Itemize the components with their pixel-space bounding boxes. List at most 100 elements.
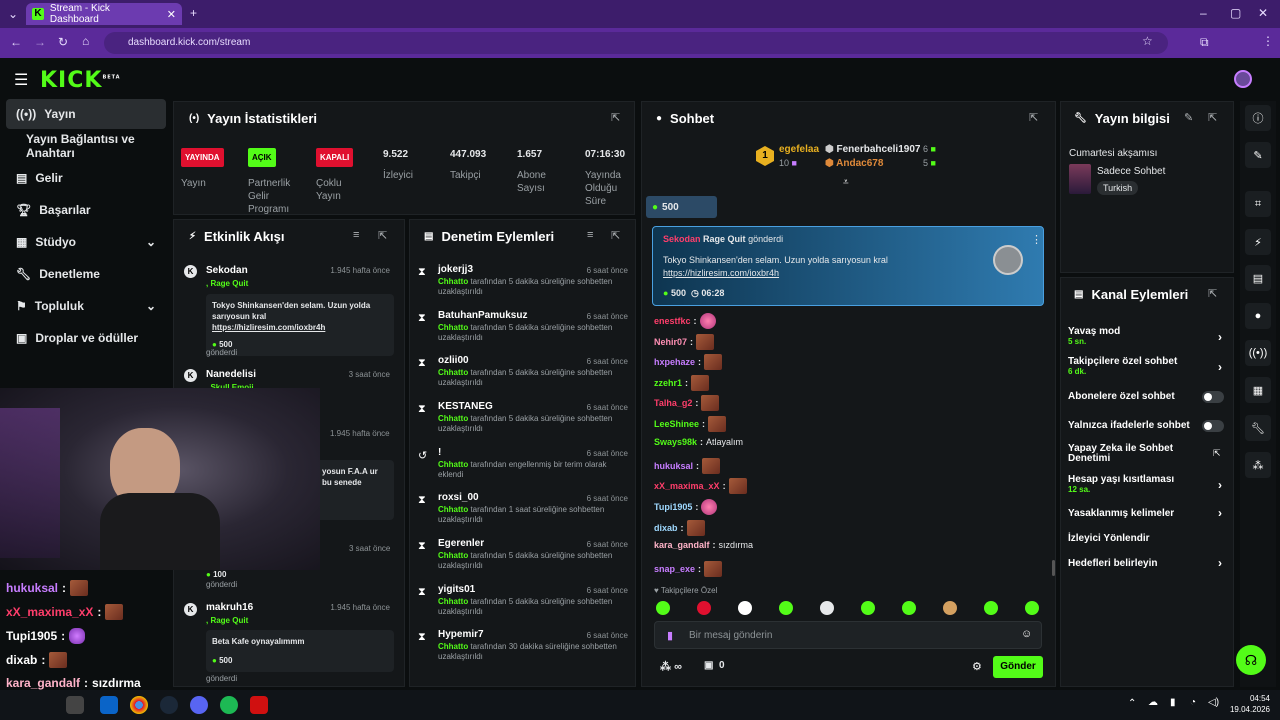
emotes-only-toggle[interactable] — [1202, 420, 1224, 432]
mic-icon[interactable]: ▮ — [667, 629, 673, 642]
extensions-puzzle-icon[interactable]: ⧉ — [1200, 35, 1209, 50]
spotify-icon[interactable] — [220, 696, 238, 714]
steam-icon[interactable] — [160, 696, 178, 714]
chat-username[interactable]: Nehir07 — [654, 337, 687, 347]
sidebar-item-yayin[interactable]: ((•)) Yayın — [6, 99, 166, 129]
pinned-menu-icon[interactable]: ⋮ — [1031, 233, 1042, 246]
treasure-chest[interactable]: ▣ 0 — [704, 660, 725, 671]
tab-search-icon[interactable]: ⌄ — [8, 7, 18, 21]
edit-pencil-icon[interactable]: ✎ — [1184, 111, 1193, 124]
reload-icon[interactable]: ↻ — [58, 35, 68, 49]
maximize-icon[interactable]: ▢ — [1230, 6, 1241, 20]
kick-logo[interactable]: KICKBETA — [40, 68, 121, 93]
sidebar-item-basarilar[interactable]: 🏆︎ Başarılar — [6, 195, 166, 225]
taskbar-clock[interactable]: 04:54 19.04.2026 — [1226, 693, 1270, 715]
banned-words-row[interactable]: Yasaklanmış kelimeler › — [1068, 506, 1224, 524]
wrench-icon[interactable]: 🔧︎ — [1245, 415, 1271, 441]
bookmark-star-icon[interactable]: ☆ — [1142, 34, 1153, 48]
community-icon[interactable]: ⁂ — [1245, 452, 1271, 478]
chat-username[interactable]: Talha_g2 — [654, 398, 692, 408]
discord-icon[interactable] — [190, 696, 208, 714]
chat-username[interactable]: snap_exe — [654, 564, 695, 574]
chrome-icon[interactable] — [130, 696, 148, 714]
chat-bubble-icon[interactable]: ● — [1245, 303, 1271, 329]
emote-icon[interactable] — [697, 601, 711, 615]
hamburger-menu-icon[interactable]: ☰ — [14, 70, 28, 90]
account-age-row[interactable]: Hesap yaşı kısıtlaması 12 sa. › — [1068, 474, 1224, 500]
popout-icon[interactable]: ⇱ — [1029, 111, 1038, 124]
slow-mode-row[interactable]: Yavaş mod 5 sn. › — [1068, 326, 1224, 352]
chat-username[interactable]: Sways98k — [654, 437, 697, 447]
chat-username[interactable]: kara_gandalf — [654, 540, 710, 550]
sidebar-item-droplar[interactable]: ▣ Droplar ve ödüller — [6, 323, 166, 353]
menu-kebab-icon[interactable]: ⋮ — [1262, 34, 1274, 48]
new-tab-icon[interactable]: + — [190, 6, 197, 20]
network-icon[interactable]: ☁ — [1148, 697, 1158, 708]
document-icon[interactable]: ▤ — [1245, 265, 1271, 291]
user-avatar[interactable] — [1234, 70, 1252, 88]
pdf-app-icon[interactable] — [250, 696, 268, 714]
emote-icon[interactable] — [820, 601, 834, 615]
back-icon[interactable]: ← — [10, 35, 22, 49]
tray-chevron-up-icon[interactable]: ⌃ — [1128, 698, 1136, 709]
chat-username[interactable]: Tupi1905 — [654, 502, 692, 512]
sidebar-item-studyo[interactable]: ▦ Stüdyo ⌄ — [6, 227, 166, 257]
mic-tray-icon[interactable]: ▮ — [1170, 697, 1176, 708]
followers-only-row[interactable]: Takipçilere özel sohbet 6 dk. › — [1068, 356, 1224, 382]
capture-icon[interactable]: ⌗ — [1245, 191, 1271, 217]
popout-icon[interactable]: ⇱ — [611, 111, 620, 124]
popout-icon[interactable]: ⇱ — [1208, 287, 1217, 300]
sidebar-item-topluluk[interactable]: ⚑ Topluluk ⌄ — [6, 291, 166, 321]
support-headset-icon[interactable]: ☊ — [1236, 645, 1266, 675]
close-tab-icon[interactable]: ✕ — [167, 8, 176, 21]
send-button[interactable]: Gönder — [993, 656, 1043, 678]
pinned-link[interactable]: https://hizliresim.com/ioxbr4h — [663, 268, 779, 278]
kicks-pill[interactable]: ● 500 — [646, 196, 717, 218]
forward-icon[interactable]: → — [34, 35, 46, 49]
emote-icon[interactable] — [1025, 601, 1039, 615]
emote-icon[interactable] — [984, 601, 998, 615]
lightning-icon[interactable]: ⚡︎ — [1245, 229, 1271, 255]
broadcast-icon[interactable]: ((•)) — [1245, 340, 1271, 366]
external-link-icon[interactable]: ⇱ — [1213, 448, 1221, 459]
popout-icon[interactable]: ⇱ — [378, 229, 387, 242]
ai-moderation-row[interactable]: Yapay Zeka ile Sohbet Denetimi — [1068, 444, 1198, 466]
volume-icon[interactable]: ◁) — [1208, 697, 1219, 708]
outlook-icon[interactable] — [100, 696, 118, 714]
chat-username[interactable]: xX_maxima_xX — [654, 481, 720, 491]
emote-icon[interactable] — [779, 601, 793, 615]
emote-icon[interactable] — [738, 601, 752, 615]
emote-icon[interactable] — [943, 601, 957, 615]
raid-row[interactable]: İzleyici Yönlendir — [1068, 533, 1224, 549]
pencil-icon[interactable]: ✎ — [1245, 142, 1271, 168]
popout-icon[interactable]: ⇱ — [611, 229, 620, 242]
browser-tab[interactable]: K Stream - Kick Dashboard ✕ — [26, 3, 182, 25]
chat-scrollbar[interactable] — [1052, 560, 1055, 576]
goals-row[interactable]: Hedefleri belirleyin › — [1068, 556, 1224, 574]
expand-leaderboard-icon[interactable]: ⩡ — [843, 177, 849, 188]
chat-username[interactable]: hukuksal — [654, 461, 693, 471]
home-icon[interactable]: ⌂ — [82, 34, 89, 48]
filter-icon[interactable]: ≡ — [587, 229, 593, 241]
sidebar-item-stream-key[interactable]: Yayın Bağlantısı ve Anahtarı — [6, 131, 166, 161]
chat-username[interactable]: dixab — [654, 523, 678, 533]
subs-only-toggle[interactable] — [1202, 391, 1224, 403]
emote-icon[interactable] — [902, 601, 916, 615]
emote-icon[interactable] — [861, 601, 875, 615]
info-icon[interactable]: ⓘ — [1245, 105, 1271, 131]
emote-icon[interactable] — [656, 601, 670, 615]
url-input[interactable]: dashboard.kick.com/stream — [104, 32, 1168, 54]
popout-icon[interactable]: ⇱ — [1208, 111, 1217, 124]
message-link[interactable]: https://hizliresim.com/ioxbr4h — [212, 322, 388, 333]
close-window-icon[interactable]: ✕ — [1258, 6, 1268, 20]
taskbar-app-icon[interactable] — [66, 696, 84, 714]
wifi-icon[interactable]: ◔ — [1190, 697, 1196, 708]
chat-username[interactable]: zzehr1 — [654, 378, 682, 388]
chat-username[interactable]: LeeShinee — [654, 419, 699, 429]
sidebar-item-gelir[interactable]: ▤ Gelir — [6, 163, 166, 193]
chat-input[interactable]: ▮ Bir mesaj gönderin ☺ — [654, 621, 1042, 649]
minimize-icon[interactable]: – — [1200, 6, 1207, 20]
dashboard-icon[interactable]: ▦ — [1245, 377, 1271, 403]
filter-icon[interactable]: ≡ — [353, 229, 359, 241]
sidebar-item-denetleme[interactable]: 🔧︎ Denetleme — [6, 259, 166, 289]
